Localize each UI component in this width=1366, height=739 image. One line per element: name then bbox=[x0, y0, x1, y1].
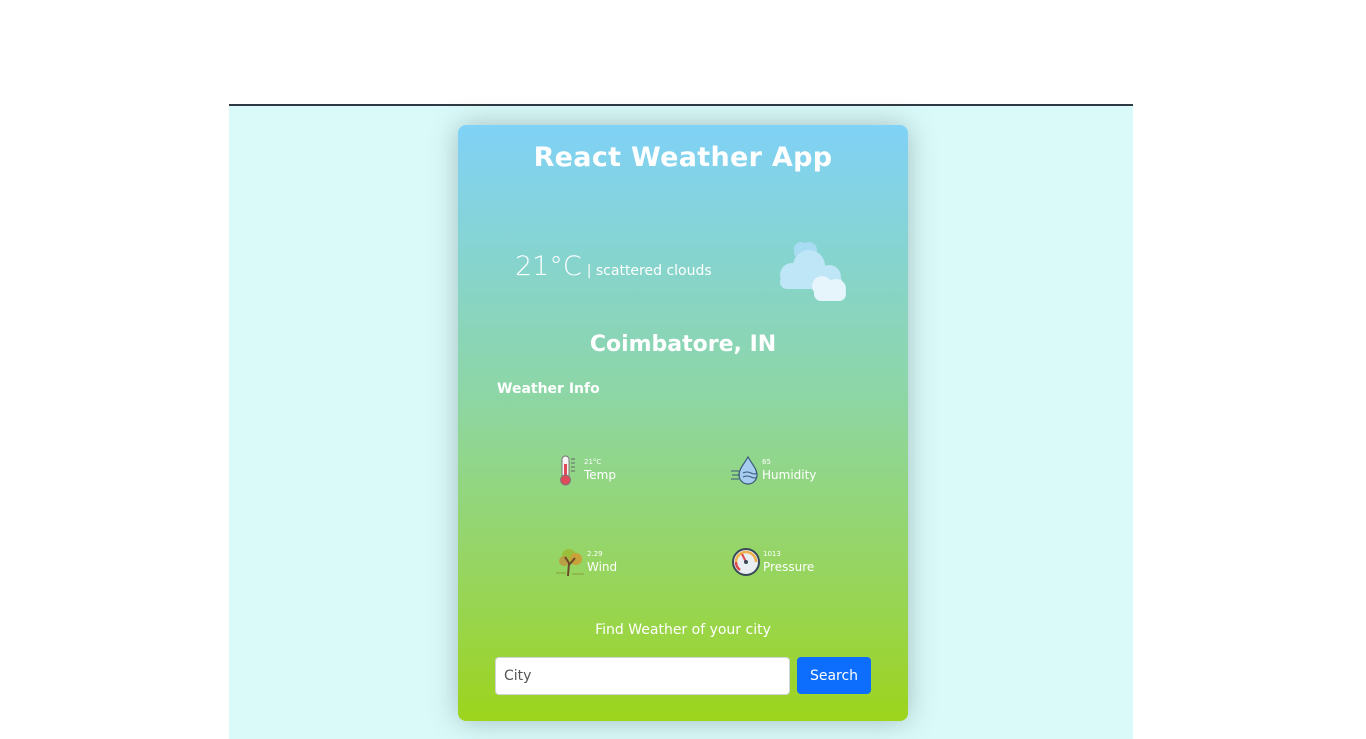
temp-label: Temp bbox=[584, 468, 616, 482]
city-name: Coimbatore, IN bbox=[589, 332, 777, 357]
pressure-value: 1013 bbox=[763, 550, 781, 558]
search-button[interactable]: Search bbox=[797, 657, 871, 694]
pressure-label: Pressure bbox=[763, 560, 815, 574]
thermometer-icon bbox=[560, 455, 575, 486]
temp-stat: 21°C Temp bbox=[556, 454, 616, 486]
city-input[interactable] bbox=[495, 657, 790, 695]
scattered-clouds-icon bbox=[780, 242, 846, 301]
wind-label: Wind bbox=[587, 560, 618, 574]
humidity-label: Humidity bbox=[762, 468, 817, 482]
current-temperature: 21°C bbox=[515, 251, 582, 282]
app-title: React Weather App bbox=[533, 142, 833, 173]
pressure-gauge-icon bbox=[732, 548, 760, 576]
wind-tree-icon bbox=[556, 549, 584, 577]
weather-card: React Weather App 21°C | scattered cloud… bbox=[458, 125, 908, 721]
weather-info-heading: Weather Info bbox=[497, 381, 600, 397]
wind-stat: 2.29 Wind bbox=[555, 546, 617, 578]
humidity-stat: 65 Humidity bbox=[730, 454, 816, 486]
current-conditions: 21°C | scattered clouds bbox=[515, 251, 712, 282]
wind-value: 2.29 bbox=[587, 550, 603, 558]
pressure-stat: 1013 Pressure bbox=[731, 546, 814, 578]
weather-description: | scattered clouds bbox=[586, 263, 712, 279]
humidity-value: 65 bbox=[762, 458, 771, 466]
temp-value: 21°C bbox=[584, 458, 602, 466]
humidity-icon bbox=[731, 455, 758, 485]
find-weather-heading: Find Weather of your city bbox=[595, 622, 771, 638]
